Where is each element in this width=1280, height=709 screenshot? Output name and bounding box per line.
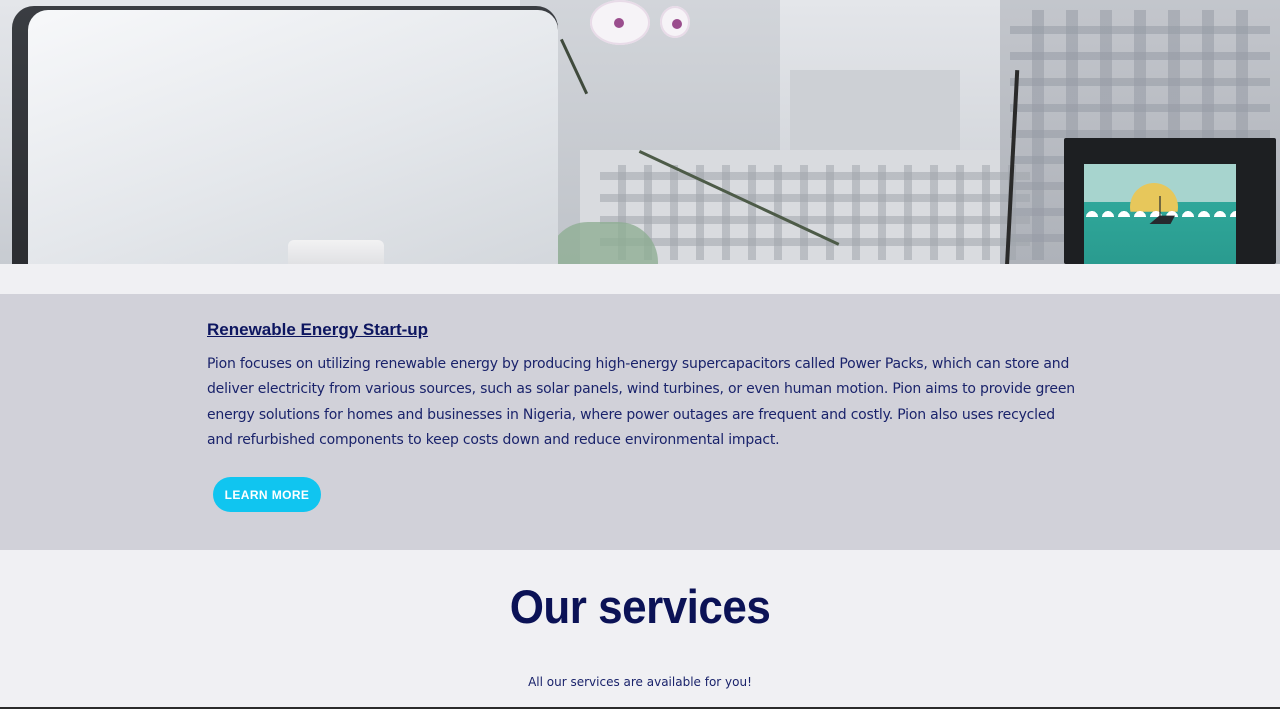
orchid-flower (660, 6, 690, 38)
intro-description: Pion focuses on utilizing renewable ener… (207, 356, 1075, 448)
monitor-back (28, 10, 558, 264)
services-subtitle: All our services are available for you! (528, 675, 752, 689)
intro-title[interactable]: Renewable Energy Start-up (207, 320, 428, 340)
services-heading: Our services (509, 581, 771, 634)
orchid-flower (590, 0, 650, 45)
hero-image (0, 0, 1280, 264)
learn-more-button[interactable]: LEARN MORE (213, 477, 321, 512)
monitor-stand (288, 240, 384, 264)
building-windows (600, 165, 1030, 260)
